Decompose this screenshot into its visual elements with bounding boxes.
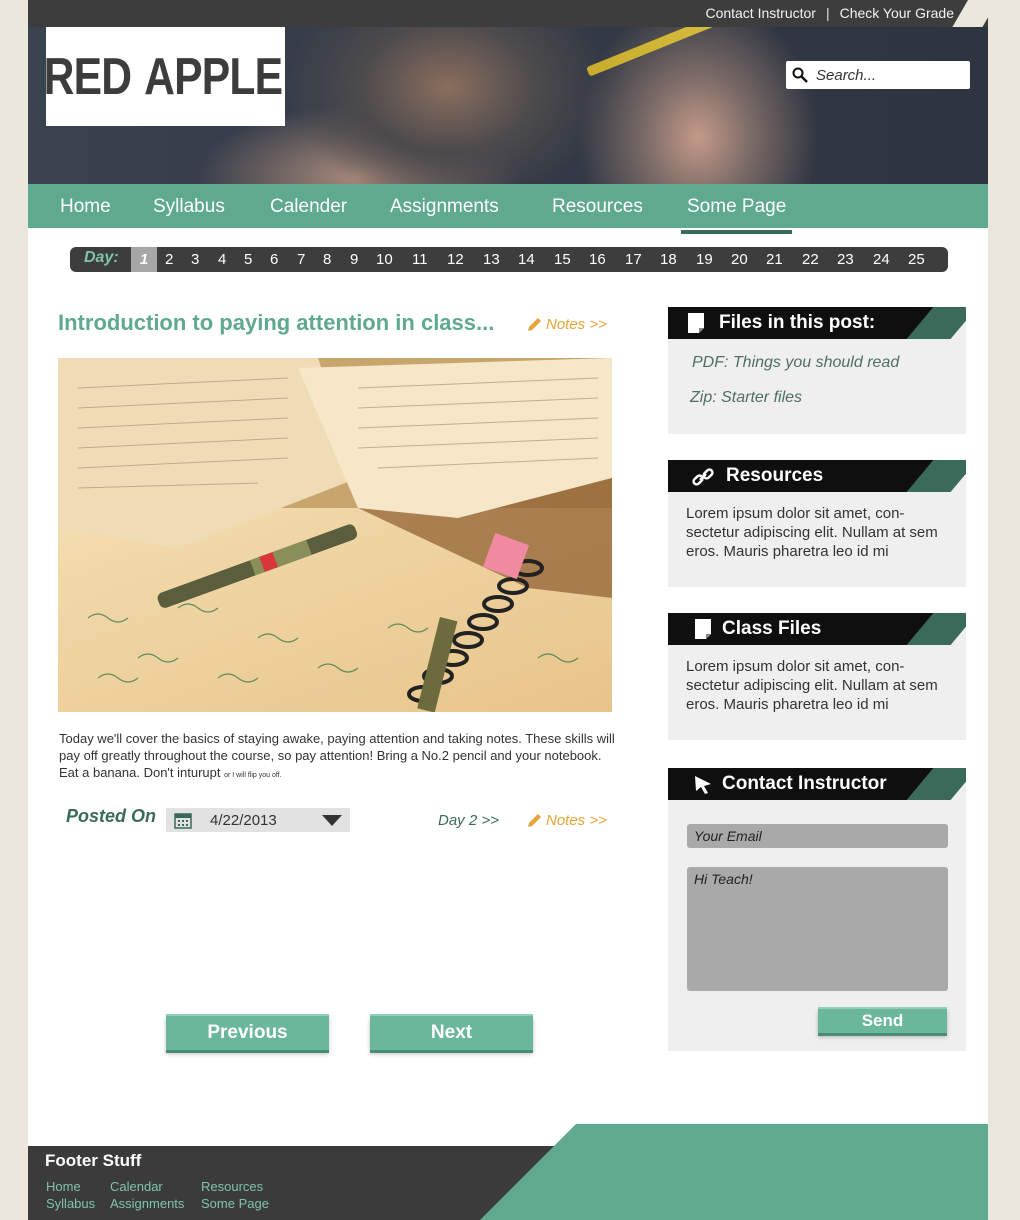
day-18[interactable]: 18 (660, 251, 677, 268)
next-day-link[interactable]: Day 2 >> (438, 812, 499, 829)
day-19[interactable]: 19 (696, 251, 713, 268)
footer-accent (476, 1124, 988, 1220)
notes-link-bottom[interactable]: Notes >> (526, 812, 607, 829)
post-body-text: Today we'll cover the basics of staying … (59, 731, 615, 780)
logo-text-right: APPLE (143, 47, 283, 106)
resources-header: Resources (668, 460, 966, 492)
footer-link-assignments[interactable]: Assignments (110, 1196, 184, 1211)
search-icon[interactable] (792, 67, 808, 83)
message-field[interactable] (687, 867, 948, 991)
day-4[interactable]: 4 (218, 251, 226, 268)
day-24[interactable]: 24 (873, 251, 890, 268)
nav-some-page[interactable]: Some Page (680, 196, 793, 234)
footer-link-syllabus[interactable]: Syllabus (46, 1196, 95, 1211)
date-value: 4/22/2013 (210, 811, 277, 829)
files-header: Files in this post: (668, 307, 966, 339)
files-list: PDF: Things you should read Zip: Starter… (690, 353, 954, 423)
posted-on-label: Posted On (66, 806, 157, 826)
pencil-icon (528, 813, 541, 827)
day-12[interactable]: 12 (447, 251, 464, 268)
file-link-pdf[interactable]: PDF: Things you should read (692, 353, 954, 372)
post-image (58, 358, 612, 712)
contact-box: Contact Instructor Send (668, 768, 966, 1051)
day-23[interactable]: 23 (837, 251, 854, 268)
contact-title: Contact Instructor (722, 773, 887, 794)
day-1[interactable]: 1 (131, 247, 157, 272)
day-14[interactable]: 14 (518, 251, 535, 268)
file-link-zip[interactable]: Zip: Starter files (690, 388, 954, 407)
day-22[interactable]: 22 (802, 251, 819, 268)
footer-title: Footer Stuff (45, 1151, 142, 1170)
day-5[interactable]: 5 (244, 251, 252, 268)
day-6[interactable]: 6 (270, 251, 278, 268)
check-grade-link[interactable]: Check Your Grade (840, 5, 954, 21)
header-photo (586, 27, 776, 77)
notes-link-bottom-label: Notes >> (546, 812, 607, 829)
cursor-icon (695, 776, 711, 794)
email-field[interactable] (687, 824, 948, 848)
post-body-small: or I will flip you off. (224, 772, 282, 779)
dropdown-arrow-icon (322, 815, 342, 826)
day-10[interactable]: 10 (376, 251, 393, 268)
contact-instructor-link[interactable]: Contact Instructor (705, 5, 816, 21)
class-files-header: Class Files (668, 613, 966, 645)
send-button[interactable]: Send (818, 1007, 947, 1033)
previous-button[interactable]: Previous (166, 1014, 329, 1050)
files-title: Files in this post: (719, 312, 876, 333)
search-input[interactable] (816, 66, 956, 84)
day-20[interactable]: 20 (731, 251, 748, 268)
nav-calender[interactable]: Calender (270, 196, 347, 218)
calendar-icon (174, 813, 192, 829)
post-title: Introduction to paying attention in clas… (58, 310, 495, 335)
day-label: Day: (84, 249, 119, 266)
class-files-title: Class Files (722, 618, 822, 639)
document-icon (688, 313, 704, 333)
logo-text-left: RED (43, 47, 132, 106)
search-box (786, 61, 970, 89)
day-3[interactable]: 3 (191, 251, 199, 268)
next-button[interactable]: Next (370, 1014, 533, 1050)
nav-assignments[interactable]: Assignments (390, 196, 499, 218)
day-7[interactable]: 7 (297, 251, 305, 268)
document-icon (695, 619, 711, 639)
footer-link-calendar[interactable]: Calendar (110, 1179, 163, 1194)
nav-resources[interactable]: Resources (552, 196, 643, 218)
day-15[interactable]: 15 (554, 251, 571, 268)
resources-box: Resources Lorem ipsum dolor sit amet, co… (668, 460, 966, 587)
notes-link-top-label: Notes >> (546, 316, 607, 333)
day-2[interactable]: 2 (165, 251, 173, 268)
day-9[interactable]: 9 (350, 251, 358, 268)
footer-link-resources[interactable]: Resources (201, 1179, 263, 1194)
nav-home[interactable]: Home (60, 196, 111, 218)
footer-link-home[interactable]: Home (46, 1179, 81, 1194)
footer-link-some-page[interactable]: Some Page (201, 1196, 269, 1211)
page: Contact Instructor | Check Your Grade RE… (28, 0, 988, 1220)
resources-text: Lorem ipsum dolor sit amet, con- sectetu… (686, 505, 938, 560)
files-box: Files in this post: PDF: Things you shou… (668, 307, 966, 434)
top-links: Contact Instructor | Check Your Grade (705, 5, 954, 21)
link-icon (692, 468, 714, 486)
contact-header: Contact Instructor (668, 768, 966, 800)
nav-syllabus[interactable]: Syllabus (153, 196, 225, 218)
top-bar: Contact Instructor | Check Your Grade (28, 0, 988, 27)
day-11[interactable]: 11 (412, 251, 428, 268)
day-17[interactable]: 17 (625, 251, 642, 268)
date-dropdown[interactable]: 4/22/2013 (166, 808, 350, 832)
class-files-box: Class Files Lorem ipsum dolor sit amet, … (668, 613, 966, 740)
header-banner: RED APPLE (28, 27, 988, 184)
day-8[interactable]: 8 (323, 251, 331, 268)
pencil-icon (528, 317, 541, 331)
resources-title: Resources (726, 465, 824, 486)
day-selector: Day: 1 2 3 4 5 6 7 8 9 10 11 12 13 14 15… (70, 247, 948, 272)
day-25[interactable]: 25 (908, 251, 925, 268)
day-13[interactable]: 13 (483, 251, 500, 268)
notes-link-top[interactable]: Notes >> (526, 316, 607, 333)
main-nav: Home Syllabus Calender Assignments Resou… (28, 184, 988, 234)
class-files-text: Lorem ipsum dolor sit amet, con- sectetu… (686, 658, 938, 713)
day-16[interactable]: 16 (589, 251, 606, 268)
site-logo[interactable]: RED APPLE (43, 27, 285, 126)
post-body: Today we'll cover the basics of staying … (59, 730, 615, 784)
top-links-separator: | (825, 5, 830, 21)
day-21[interactable]: 21 (766, 251, 783, 268)
